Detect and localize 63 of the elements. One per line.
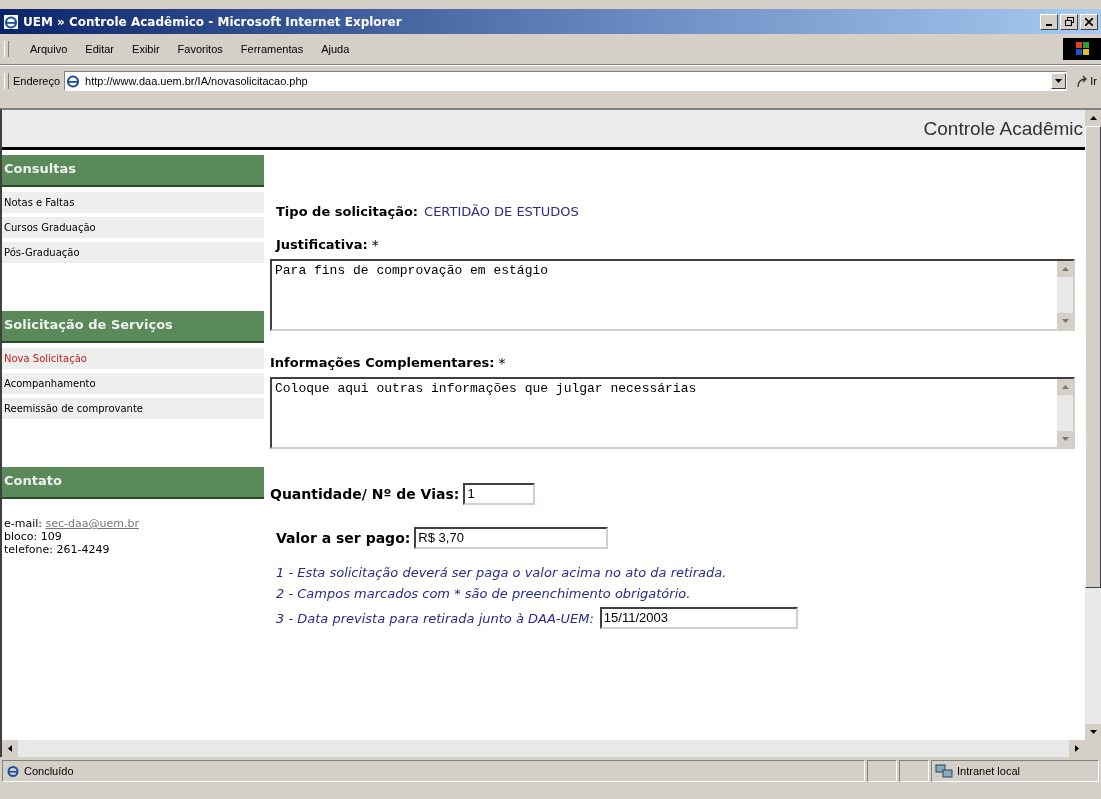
scroll-down-icon[interactable] [1089, 730, 1097, 734]
menu-item[interactable]: Exibir [123, 43, 169, 55]
status-panel [899, 760, 929, 782]
price-field[interactable]: R$ 3,70 [414, 527, 609, 549]
field-label: Justificativa: [276, 237, 368, 253]
menu-item[interactable]: Editar [76, 43, 124, 55]
browser-icon [3, 13, 19, 30]
sidebar-link[interactable]: Acompanhamento [2, 373, 264, 394]
justification-field[interactable]: Para fins de comprovação em estágio [270, 259, 1075, 331]
note-text: 3 - Data prevista para retirada junto à DAA-UEM: [276, 610, 594, 626]
request-type: CERTIDÃO DE ESTUDOS [424, 204, 579, 219]
page-icon [6, 764, 20, 778]
scroll-left-icon[interactable] [8, 745, 12, 752]
page-header-title: Controle Acadêmic [923, 117, 1083, 140]
address-label: Endereço [13, 75, 61, 87]
quantity-field[interactable]: 1 [463, 483, 536, 505]
contact-text: bloco: 109 [4, 530, 63, 543]
scroll-right-icon[interactable] [1075, 745, 1079, 752]
window-title: UEM » Controle Acadêmico - Microsoft Internet Explorer [23, 14, 403, 29]
dropdown-button[interactable] [1051, 73, 1067, 89]
minimize-button[interactable] [1040, 13, 1058, 30]
email-link[interactable]: sec-daa@uem.br [45, 517, 139, 530]
minimize-icon [1046, 23, 1052, 26]
restore-icon [1064, 17, 1074, 26]
note-text: 2 - Campos marcados com * são de preenchimento obrigatório. [276, 586, 692, 601]
windows-logo-icon [1063, 38, 1101, 60]
sidebar-link[interactable]: Cursos Graduação [2, 217, 264, 238]
contact-text: telefone: 261-4249 [4, 543, 111, 556]
zone-text: Intranet local [957, 765, 1020, 777]
sidebar-link[interactable]: Notas e Faltas [2, 192, 264, 213]
go-button[interactable]: Ir [1067, 74, 1101, 88]
horizontal-scrollbar[interactable] [0, 740, 1085, 757]
field-label: Tipo de solicitação: [276, 204, 419, 219]
required-mark: * [371, 237, 379, 253]
close-icon [1085, 17, 1093, 26]
menu-item[interactable]: Favoritos [168, 43, 232, 55]
scroll-up-icon[interactable] [1089, 116, 1097, 120]
sidebar-link[interactable]: Pós-Graduação [2, 242, 264, 263]
sidebar-link[interactable]: Reemissão de comprovante [2, 398, 264, 419]
network-icon [935, 763, 953, 779]
sidebar-link[interactable]: Nova Solicitação [2, 348, 264, 369]
sidebar-heading: Consultas [2, 155, 264, 187]
menu-item[interactable]: Arquivo [21, 43, 77, 55]
sidebar-heading: Contato [2, 467, 264, 499]
menu-item[interactable]: Ajuda [312, 43, 359, 55]
status-text: Concluído [24, 765, 74, 777]
page-icon [65, 73, 82, 89]
field-label: Informações Complementares: [270, 355, 495, 371]
date-field[interactable]: 15/11/2003 [599, 607, 798, 629]
menu-item[interactable]: Ferramentas [231, 43, 313, 55]
field-label: Valor a ser pago: [276, 530, 411, 546]
sidebar-heading: Solicitação de Serviços [2, 311, 264, 343]
address-field[interactable]: http://www.daa.uem.br/IA/novasolicitacao.php [64, 71, 1068, 91]
required-mark: * [498, 355, 506, 371]
status-panel [867, 760, 897, 782]
information-field[interactable]: Coloque aqui outras informações que julgar necessárias [270, 377, 1075, 449]
note-text: 1 - Esta solicitação deverá ser paga o valor acima no ato da retirada. [276, 565, 728, 580]
restore-button[interactable] [1060, 13, 1078, 30]
email-label: e-mail: [4, 517, 42, 530]
close-button[interactable] [1080, 13, 1098, 30]
page-scrollbar[interactable] [1085, 110, 1101, 740]
field-label: Quantidade/ Nº de Vias: [270, 486, 460, 502]
caret-icon [1055, 79, 1063, 83]
